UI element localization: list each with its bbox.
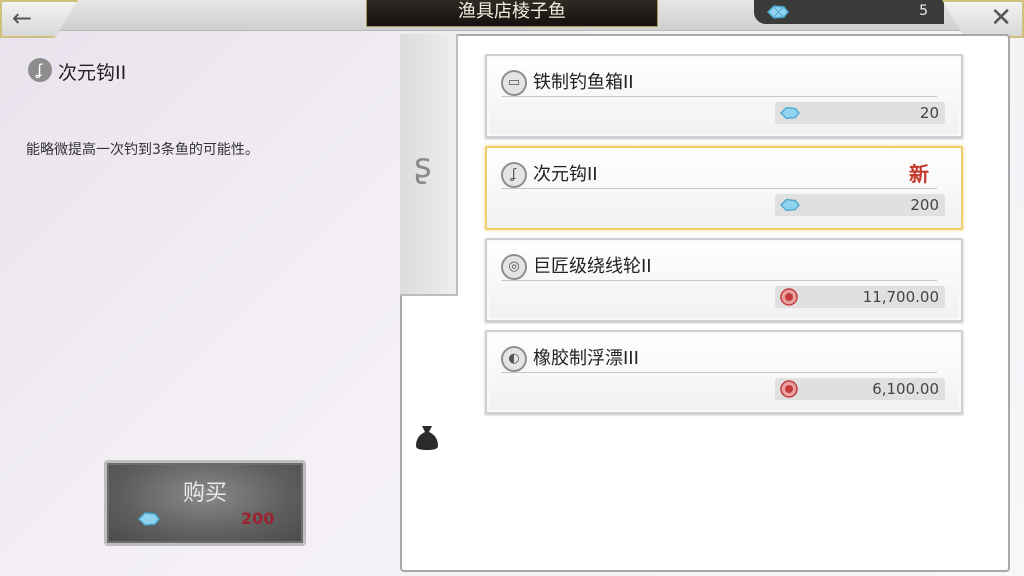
buy-label: 购买 [182,481,227,506]
divider [501,280,937,281]
item-price: 11,700.00 [862,288,939,306]
hook-tab-icon: ʂ [414,146,432,186]
red-coin-icon [780,288,798,306]
shop-item-reel[interactable]: ◎ 巨匠级绕线轮II 11,700.00 [485,238,963,322]
item-name: 巨匠级绕线轮II [533,256,652,277]
reel-icon: ◎ [501,254,527,280]
item-name: 铁制钓鱼箱II [533,72,634,93]
item-price: 6,100.00 [872,380,939,398]
float-icon: ◐ [501,346,527,372]
shop-item-float[interactable]: ◐ 橡胶制浮漂III 6,100.00 [485,330,963,414]
divider [501,96,937,97]
bag-icon[interactable] [412,422,442,452]
buy-price: 200 [241,509,275,528]
red-coin-icon [780,380,798,398]
currency-amount: 5 [919,3,928,19]
fish-gem-icon [137,512,160,526]
close-button[interactable]: ✕ [942,0,1024,38]
divider [501,188,937,189]
hook-icon: ʆ [28,58,52,82]
price-box: 200 [775,194,945,216]
shop-item-tackle-box[interactable]: ▭ 铁制钓鱼箱II 20 [485,54,963,138]
item-name: 橡胶制浮漂III [533,348,639,369]
item-price: 20 [919,104,939,122]
tackle-box-icon: ▭ [501,70,527,96]
close-icon: ✕ [990,3,1012,33]
currency-display: 5 [754,0,944,24]
buy-button[interactable]: 购买 200 [104,460,306,546]
price-box: 11,700.00 [775,286,945,308]
new-badge: 新 [909,162,929,186]
price-box: 20 [775,102,945,124]
hook-icon: ʆ [501,162,527,188]
fish-gem-icon [780,198,800,212]
shop-item-dimension-hook[interactable]: ʆ 次元钩II 新 200 [485,146,963,230]
fish-gem-icon [766,5,789,19]
fish-gem-icon [780,106,800,120]
detail-description: 能略微提高一次钓到3条鱼的可能性。 [26,142,259,158]
divider [501,372,937,373]
item-price: 200 [910,196,939,214]
arrow-left-icon: ← [12,4,33,32]
price-box: 6,100.00 [775,378,945,400]
item-name: 次元钩II [533,164,598,185]
shop-title: 渔具店棱子鱼 [366,0,658,27]
detail-item-name: 次元钩II [58,62,127,84]
